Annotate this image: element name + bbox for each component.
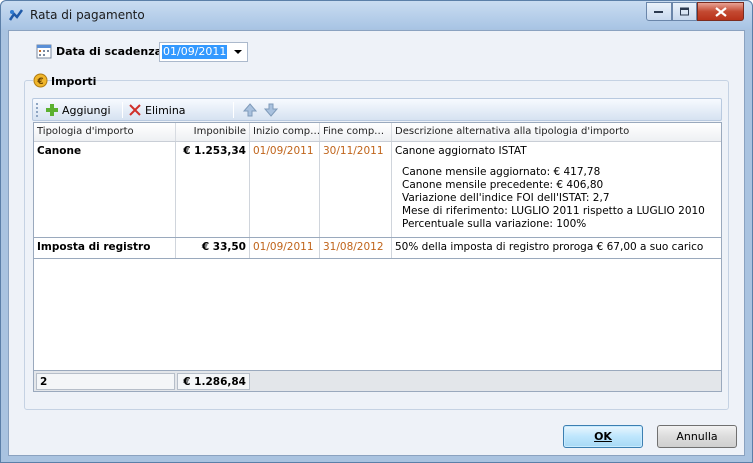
table-row[interactable]: Imposta di registro € 33,50 01/09/2011 3…: [34, 238, 721, 259]
column-header-tipologia[interactable]: Tipologia d'importo: [34, 123, 176, 141]
grid-header: Tipologia d'importo Imponibile Inizio co…: [34, 123, 721, 142]
column-header-inizio[interactable]: Inizio comp…: [250, 123, 320, 141]
cell-fine: 30/11/2011: [320, 142, 392, 237]
arrow-up-icon: [242, 103, 258, 117]
calendar-icon: [36, 44, 52, 59]
window-title: Rata di pagamento: [30, 8, 145, 22]
chevron-down-icon[interactable]: [231, 45, 245, 59]
close-icon: [714, 6, 727, 17]
column-header-descrizione[interactable]: Descrizione alternativa alla tipologia d…: [392, 123, 721, 141]
toolbar-separator: [233, 102, 234, 118]
delete-button-label: Elimina: [145, 103, 186, 117]
column-header-fine[interactable]: Fine comp…: [320, 123, 392, 141]
add-button[interactable]: Aggiungi: [42, 101, 114, 119]
cell-fine: 31/08/2012: [320, 238, 392, 258]
importi-toolbar: Aggiungi Elimina: [32, 98, 722, 121]
grid-footer: 2 € 1.286,84: [34, 370, 721, 391]
ok-button-label: OK: [594, 430, 612, 443]
cell-descrizione: 50% della imposta di registro proroga € …: [395, 241, 704, 253]
cell-imponibile: € 1.253,34: [176, 142, 250, 237]
arrow-down-icon: [263, 103, 279, 117]
toolbar-grip[interactable]: [36, 103, 38, 117]
cell-inizio: 01/09/2011: [250, 238, 320, 258]
footer-total: € 1.286,84: [177, 373, 250, 390]
cancel-button[interactable]: Annulla: [657, 425, 737, 448]
app-icon: [8, 9, 24, 21]
cell-tipologia: Canone: [34, 142, 176, 237]
table-row[interactable]: Canone € 1.253,34 01/09/2011 30/11/2011 …: [34, 142, 721, 238]
ok-button[interactable]: OK: [563, 425, 643, 448]
maximize-button[interactable]: [672, 2, 697, 21]
cell-imponibile: € 33,50: [176, 238, 250, 258]
svg-text:€: €: [36, 77, 43, 87]
cell-tipologia: Imposta di registro: [34, 238, 176, 258]
description-line: Mese di riferimento: LUGLIO 2011 rispett…: [402, 205, 705, 217]
minimize-icon: [654, 10, 663, 13]
euro-coin-icon: €: [33, 73, 48, 88]
add-button-label: Aggiungi: [62, 103, 111, 117]
importi-grid: Tipologia d'importo Imponibile Inizio co…: [33, 122, 722, 392]
plus-icon: [46, 104, 58, 116]
title-bar[interactable]: Rata di pagamento: [1, 1, 752, 29]
importi-title: Importi: [51, 75, 97, 88]
dialog-client-area: Data di scadenza 01/09/2011 € Importi Ag: [8, 30, 745, 456]
due-date-label: Data di scadenza: [56, 45, 163, 58]
move-down-button[interactable]: [260, 101, 282, 119]
description-line: [395, 158, 718, 166]
cell-descrizione: Canone aggiornato ISTAT Canone mensile a…: [392, 142, 721, 237]
cell-inizio: 01/09/2011: [250, 142, 320, 237]
close-button[interactable]: [697, 2, 744, 21]
description-line: Canone aggiornato ISTAT: [395, 145, 527, 157]
toolbar-separator: [122, 102, 123, 118]
due-date-value[interactable]: 01/09/2011: [162, 45, 228, 59]
delete-x-icon: [129, 104, 141, 116]
importi-group-header: € Importi: [33, 73, 96, 89]
description-line: Percentuale sulla variazione: 100%: [402, 218, 587, 230]
footer-count: 2: [36, 373, 175, 390]
minimize-button[interactable]: [646, 2, 672, 21]
column-header-imponibile[interactable]: Imponibile: [176, 123, 250, 141]
due-date-picker[interactable]: 01/09/2011: [159, 42, 248, 62]
dialog-window: Rata di pagamento Data di scadenza 01/09…: [0, 0, 753, 463]
description-line: Canone mensile precedente: € 406,80: [402, 179, 604, 191]
maximize-icon: [679, 7, 689, 15]
move-up-button[interactable]: [239, 101, 261, 119]
description-line: Canone mensile aggiornato: € 417,78: [402, 166, 601, 178]
description-line: Variazione dell'indice FOI dell'ISTAT: 2…: [402, 192, 610, 204]
delete-button[interactable]: Elimina: [125, 101, 189, 119]
